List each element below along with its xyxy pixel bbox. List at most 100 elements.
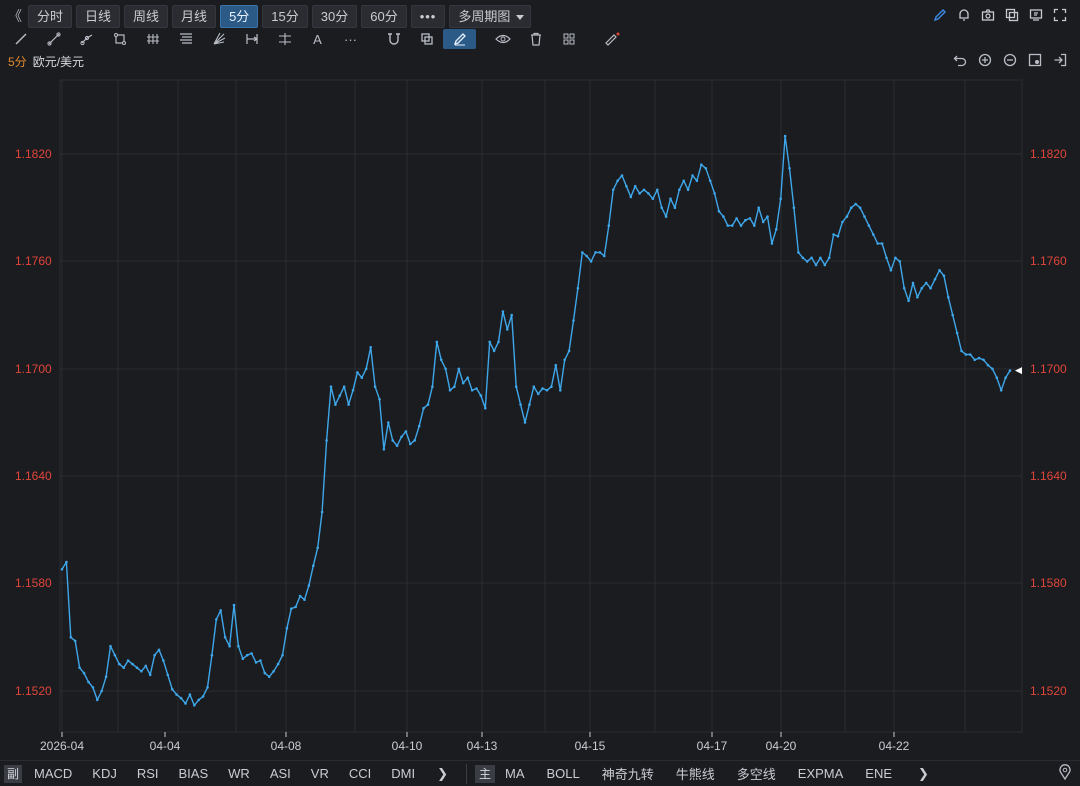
main-indicator-tag: 主 xyxy=(474,764,495,783)
sub-indicator-vr[interactable]: VR xyxy=(311,766,329,781)
text-icon[interactable]: A xyxy=(301,29,334,49)
sub-indicator-macd[interactable]: MACD xyxy=(34,766,72,781)
price-point xyxy=(801,256,805,260)
main-indicator-duokong[interactable]: 多空线 xyxy=(737,764,776,783)
zoom-in-icon[interactable] xyxy=(972,53,997,70)
period-button-fenshi[interactable]: 分时 xyxy=(28,4,73,28)
price-point xyxy=(876,242,879,245)
rectangle-icon[interactable] xyxy=(103,29,136,49)
period-button-weekly[interactable]: 周线 xyxy=(124,4,169,28)
price-point xyxy=(898,260,902,263)
main-indicator-boll[interactable]: BOLL xyxy=(546,766,579,781)
period-button-monthly[interactable]: 月线 xyxy=(172,4,217,28)
price-point xyxy=(91,686,95,689)
price-point xyxy=(761,220,765,224)
price-point xyxy=(611,188,615,192)
more-tools-icon[interactable]: ··· xyxy=(334,29,367,49)
sub-indicator-cci[interactable]: CCI xyxy=(349,766,371,781)
price-point xyxy=(184,702,187,705)
sub-indicator-dmi[interactable]: DMI xyxy=(391,766,415,781)
zoom-out-icon[interactable] xyxy=(997,53,1022,70)
period-button-5min[interactable]: 5分 xyxy=(220,4,259,28)
sub-indicator-asi[interactable]: ASI xyxy=(270,766,291,781)
collapse-icon[interactable]: 《 xyxy=(6,6,24,26)
layers-icon[interactable] xyxy=(410,29,443,49)
main-indicator-ma[interactable]: MA xyxy=(505,766,525,781)
grid-icon[interactable] xyxy=(552,29,585,49)
period-button-30min[interactable]: 30分 xyxy=(311,4,358,28)
pen-icon[interactable] xyxy=(928,8,952,25)
y-tick-label-left: 1.1640 xyxy=(15,469,52,483)
price-point xyxy=(730,224,734,227)
magnet-icon[interactable] xyxy=(377,29,410,49)
range-icon[interactable] xyxy=(235,29,268,49)
price-point xyxy=(193,704,196,707)
segment-icon[interactable] xyxy=(70,29,103,49)
y-tick-label-right: 1.1760 xyxy=(1030,254,1067,268)
multi-period-dropdown[interactable]: 多周期图 xyxy=(449,4,532,28)
screen-icon[interactable] xyxy=(1024,8,1048,25)
period-button-15min[interactable]: 15分 xyxy=(262,4,308,28)
settings-icon[interactable] xyxy=(1022,53,1047,70)
price-point xyxy=(426,403,430,406)
price-point xyxy=(334,403,337,406)
sub-indicator-kdj[interactable]: KDJ xyxy=(92,766,117,781)
price-point xyxy=(378,397,381,401)
fan-icon[interactable] xyxy=(202,29,235,49)
main-indicator-next-icon[interactable]: ❯ xyxy=(918,766,929,782)
price-point xyxy=(581,251,584,254)
price-point xyxy=(342,385,346,389)
price-point xyxy=(100,689,103,693)
price-point xyxy=(999,389,1003,392)
y-tick-label-right: 1.1820 xyxy=(1030,147,1067,161)
sub-indicator-wr[interactable]: WR xyxy=(228,766,250,781)
price-point xyxy=(775,227,778,231)
sub-indicator-next-icon[interactable]: ❯ xyxy=(437,766,448,782)
price-point xyxy=(126,659,130,662)
main-indicator-expma[interactable]: EXPMA xyxy=(798,766,844,781)
price-chart[interactable]: 1.1820 1.1760 1.1700 1.1640 1.1580 1.1520 1.1… xyxy=(0,72,1080,760)
price-point xyxy=(969,353,972,356)
fibonacci-icon[interactable] xyxy=(169,29,202,49)
price-point xyxy=(148,673,152,677)
main-indicator-ene[interactable]: ENE xyxy=(865,766,892,781)
price-point xyxy=(219,609,222,612)
price-point xyxy=(889,269,893,272)
indicator-bar: 副 MACD KDJ RSI BIAS WR ASI VR CCI DMI ❯ … xyxy=(0,760,1080,786)
period-button-daily[interactable]: 日线 xyxy=(76,4,121,28)
sub-indicator-rsi[interactable]: RSI xyxy=(137,766,159,781)
price-point xyxy=(722,215,725,218)
price-point xyxy=(210,653,214,657)
ruler-icon[interactable] xyxy=(595,29,628,49)
price-point xyxy=(523,421,527,424)
price-point xyxy=(223,636,227,639)
trash-icon[interactable] xyxy=(519,29,552,49)
exit-icon[interactable] xyxy=(1047,53,1072,70)
camera-icon[interactable] xyxy=(976,8,1000,25)
price-point xyxy=(245,653,249,657)
undo-icon[interactable] xyxy=(947,53,972,70)
more-periods-button[interactable]: ••• xyxy=(410,4,446,28)
location-pin-icon[interactable] xyxy=(1058,764,1072,783)
price-point xyxy=(404,430,408,433)
price-point xyxy=(417,424,421,428)
price-point xyxy=(656,188,659,192)
parallel-icon[interactable] xyxy=(136,29,169,49)
eye-icon[interactable] xyxy=(486,29,519,49)
main-indicator-shenqi[interactable]: 神奇九转 xyxy=(602,764,654,783)
line-icon[interactable] xyxy=(4,29,37,49)
price-point xyxy=(422,406,425,410)
edit-icon[interactable] xyxy=(443,29,476,49)
main-indicator-niuxiong[interactable]: 牛熊线 xyxy=(676,764,715,783)
price-point xyxy=(942,274,946,277)
sub-indicator-bias[interactable]: BIAS xyxy=(179,766,209,781)
copy-icon[interactable] xyxy=(1000,8,1024,25)
price-point xyxy=(466,376,470,380)
measure-icon[interactable] xyxy=(268,29,301,49)
period-button-60min[interactable]: 60分 xyxy=(361,4,407,28)
alert-bell-icon[interactable] xyxy=(952,8,976,25)
ray-icon[interactable] xyxy=(37,29,70,49)
price-point xyxy=(109,644,112,648)
fullscreen-icon[interactable] xyxy=(1048,8,1072,25)
price-point xyxy=(201,695,205,698)
